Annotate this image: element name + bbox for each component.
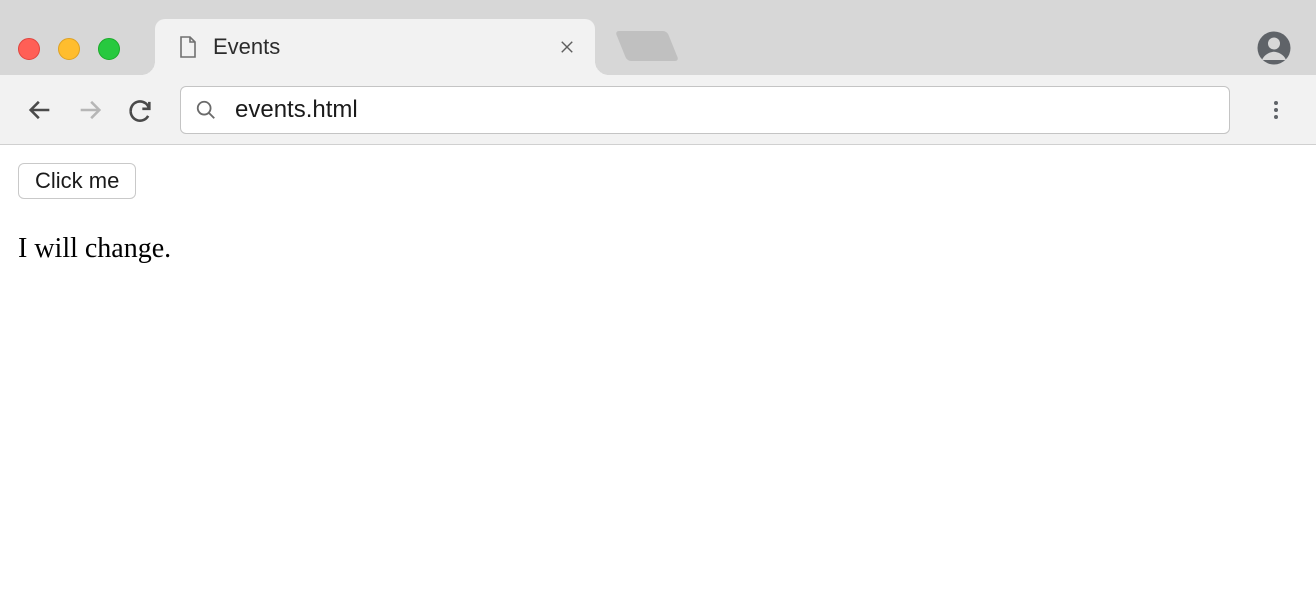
browser-tab-active[interactable]: Events <box>155 19 595 75</box>
new-tab-button[interactable] <box>615 31 679 61</box>
window-minimize-button[interactable] <box>58 38 80 60</box>
file-icon <box>175 35 199 59</box>
forward-button <box>70 90 110 130</box>
address-bar-text: events.html <box>235 96 358 124</box>
tab-title: Events <box>213 34 559 60</box>
close-icon[interactable] <box>559 39 575 55</box>
page-paragraph: I will change. <box>18 233 1298 265</box>
address-bar[interactable]: events.html <box>180 86 1230 134</box>
browser-toolbar: events.html <box>0 75 1316 145</box>
page-viewport: Click me I will change. <box>0 145 1316 283</box>
window-maximize-button[interactable] <box>98 38 120 60</box>
window-close-button[interactable] <box>18 38 40 60</box>
window-controls <box>18 38 120 60</box>
back-button[interactable] <box>20 90 60 130</box>
reload-button[interactable] <box>120 90 160 130</box>
search-icon <box>195 99 217 121</box>
menu-button[interactable] <box>1256 90 1296 130</box>
profile-icon[interactable] <box>1256 30 1292 66</box>
click-me-button[interactable]: Click me <box>18 163 136 199</box>
browser-tab-strip: Events <box>0 0 1316 75</box>
